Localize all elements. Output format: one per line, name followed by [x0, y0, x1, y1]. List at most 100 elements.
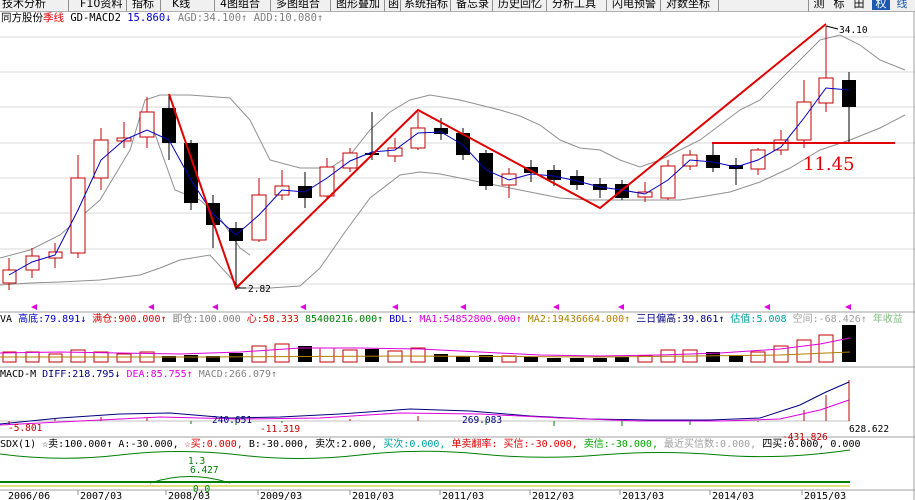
volume-bar — [570, 358, 584, 362]
volume-bar — [456, 356, 470, 362]
sdx-item-value: 0.000, — [720, 439, 757, 450]
macd-panel-header: MACD-M DIFF:218.795↓ DEA:85.755↑ MACD:26… — [0, 368, 277, 381]
va-item-label: MA2: — [527, 314, 552, 325]
sdx-item-value: 0.000, — [206, 439, 243, 450]
volume-bar — [729, 355, 743, 362]
va-item-value: 54852800.000↑ — [443, 314, 522, 325]
signal-marker — [148, 304, 154, 310]
macd-diff-value: 218.795↓ — [72, 369, 121, 380]
signal-marker — [31, 304, 37, 310]
sdx-item-value: 0.000 — [830, 439, 861, 450]
macd-label-peak-2: 269.083 — [462, 415, 502, 426]
high-price-label: 34.10 — [839, 25, 868, 36]
volume-bar — [593, 358, 607, 362]
va-item-label: 三日偏高: — [636, 314, 683, 325]
volume-bar — [184, 355, 198, 362]
va-panel-name: VA — [0, 314, 13, 325]
signal-markers — [31, 304, 851, 310]
sdx-item-label: 买次: — [383, 439, 410, 450]
time-tick: 2010/03 — [352, 491, 394, 500]
va-item-value: 58.333 — [262, 314, 299, 325]
va-item-value: 19436664.000↑ — [551, 314, 631, 325]
signal-marker — [618, 304, 624, 310]
macd-label-last: 628.622 — [849, 424, 889, 435]
volume-bar — [818, 334, 834, 363]
sdx-item-label: A: — [118, 439, 131, 450]
sdx-panel-header: SDX(1) ☆卖:100.000↑ A:-30.000, ☆买:0.000, … — [0, 438, 861, 451]
sdx-item-label: 四买: — [762, 439, 789, 450]
macd-label-trough: -11.319 — [260, 424, 300, 435]
va-item-label: 空间: — [792, 314, 819, 325]
va-item-label: 估值: — [730, 314, 757, 325]
sdx-panel-name: SDX(1) — [0, 439, 37, 450]
sdx-item-value: 0.000, — [788, 439, 825, 450]
support-price-label: 11.45 — [803, 154, 855, 175]
sdx-item-value: 2.000, — [341, 439, 378, 450]
volume-bar — [434, 354, 448, 362]
sdx-item-label: 卖次: — [315, 439, 342, 450]
signal-marker — [300, 304, 306, 310]
sdx-item-value: -30.000, — [260, 439, 310, 450]
macd-label-peak: 240.651 — [212, 415, 252, 426]
candle — [93, 128, 109, 190]
signal-marker — [460, 304, 466, 310]
sdx-curve — [0, 449, 851, 459]
macd-label-low: -5.801 — [8, 423, 43, 434]
sdx-item-value: -30.000, — [130, 439, 179, 450]
time-tick: 2014/03 — [712, 491, 754, 500]
va-item-label: 心: — [246, 314, 263, 325]
volume-bar — [796, 339, 812, 363]
va-item-value: -68.426↑ — [818, 314, 867, 325]
macd-diff-line — [0, 381, 850, 425]
sdx-item-label: B: — [248, 439, 261, 450]
signal-marker — [845, 304, 851, 310]
time-tick: 2011/03 — [442, 491, 484, 500]
va-item-label: 高底: — [18, 314, 45, 325]
volume-bar — [274, 343, 290, 363]
time-axis: 2006/06 2007/03 2008/03 2009/03 2010/03 … — [8, 491, 846, 500]
candle — [2, 258, 17, 290]
candle — [25, 248, 40, 278]
time-tick: 2006/06 — [8, 491, 50, 500]
va-item-value: 5.008 — [756, 314, 787, 325]
volume-bar — [842, 325, 856, 362]
va-panel-header: VA 高底:79.891↓ 满仓:900.000↑ 即仓:100.000 心:5… — [0, 313, 903, 326]
volume-bar — [365, 349, 379, 362]
sdx-item-label: 单卖翻率: — [451, 439, 498, 450]
candle — [298, 172, 312, 208]
macd-dea-value: 85.755↑ — [150, 369, 193, 380]
volume-bar — [48, 353, 63, 363]
volume-bar — [615, 357, 629, 362]
macd-macd-label: MACD: — [198, 369, 229, 380]
signal-marker — [212, 304, 218, 310]
volume-bar — [319, 347, 335, 363]
chart-area: 34.10 2.82 11.45 -5.801 240.651 -11.319 … — [0, 12, 915, 500]
sdx-item-label: 卖信: — [583, 439, 610, 450]
candle — [184, 140, 198, 210]
sdx-item-label: 最近买信数: — [664, 439, 721, 450]
va-item-value: 年收益 — [872, 314, 903, 325]
va-item-value: 79.891↓ — [44, 314, 87, 325]
sdx-item-value: -30.000, — [609, 439, 658, 450]
time-tick: 2012/03 — [532, 491, 574, 500]
upper-band — [0, 34, 906, 259]
candle — [456, 128, 470, 160]
candle — [729, 158, 743, 185]
candle — [842, 72, 856, 142]
va-item-label: MA1: — [419, 314, 444, 325]
sdx-item-label: ☆卖: — [42, 439, 65, 450]
candle — [410, 112, 426, 150]
sdx-label-2: 6.427 — [190, 465, 219, 476]
candle — [706, 142, 720, 172]
macd-dea-label: DEA: — [126, 369, 151, 380]
candle — [48, 243, 63, 268]
volume-bar — [547, 358, 561, 362]
candle — [342, 148, 358, 172]
main-grid — [0, 36, 915, 285]
candlesticks — [2, 26, 856, 290]
volume-bar — [410, 347, 426, 363]
signal-marker — [764, 304, 770, 310]
signal-marker — [392, 304, 398, 310]
low-price-label: 2.82 — [248, 284, 271, 295]
time-tick: 2013/03 — [622, 491, 664, 500]
